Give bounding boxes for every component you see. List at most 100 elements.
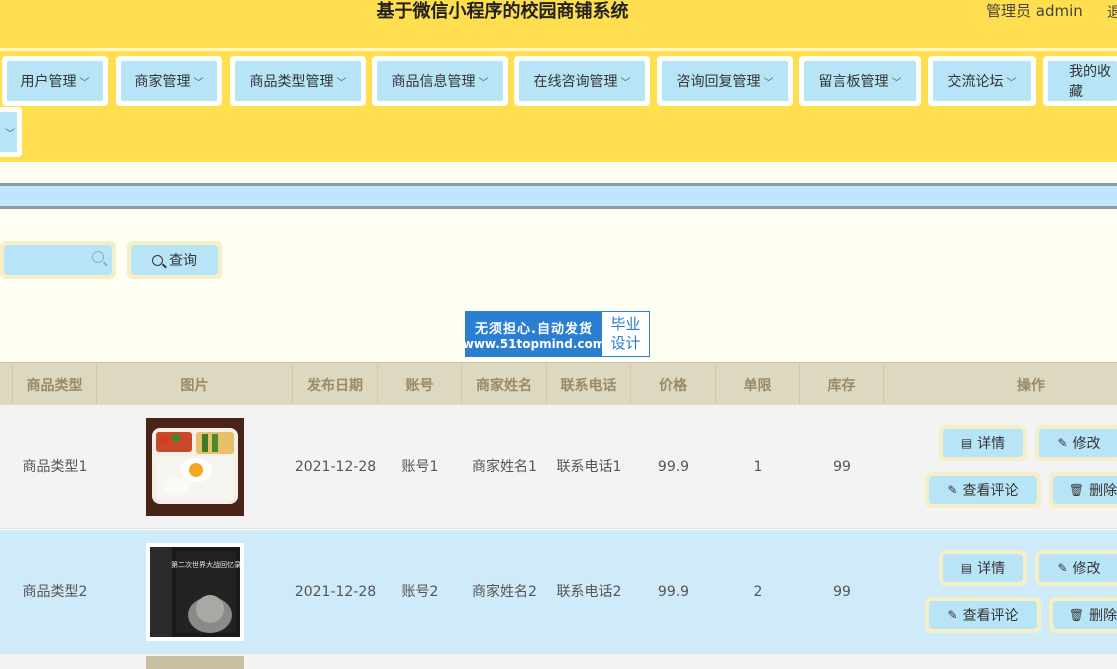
table-row	[0, 654, 1117, 669]
cell-price: 99.9	[657, 583, 690, 600]
nav-item-my-favorites[interactable]: 我的收藏	[1043, 56, 1117, 106]
cell-type: 商品类型2	[22, 583, 88, 600]
pencil-icon: ✎	[1057, 436, 1068, 450]
search-icon	[152, 254, 163, 266]
nav-item-online-consult-management[interactable]: 在线咨询管理 ﹀	[514, 56, 650, 106]
product-image-book: 第二次世界大战回忆录	[146, 543, 244, 641]
cell-limit: 2	[753, 583, 763, 600]
logout-link[interactable]: 退	[1107, 2, 1117, 22]
view-comments-button-label: 查看评论	[962, 483, 1019, 499]
detail-button-label: 详情	[977, 436, 1006, 452]
chevron-down-icon: ﹀	[891, 77, 902, 89]
trash-icon: 🗑	[1068, 608, 1085, 622]
column-header: 发布日期	[293, 363, 378, 406]
search-field[interactable]	[0, 241, 116, 279]
chevron-down-icon: ﹀	[478, 77, 489, 89]
watermark-right1: 毕业	[610, 315, 641, 333]
view-comments-button[interactable]: ✎ 查看评论	[925, 472, 1041, 508]
edit-button[interactable]: ✎ 修改	[1035, 425, 1117, 461]
nav-item-user-management[interactable]: 用户管理 ﹀	[2, 56, 108, 106]
nav-item-label: 商品信息管理	[391, 74, 476, 90]
nav-item-label: 用户管理	[20, 74, 77, 90]
column-header: 库存	[800, 363, 884, 406]
product-image-bento	[146, 418, 244, 516]
view-comments-button[interactable]: ✎ 查看评论	[925, 597, 1041, 633]
cell-account: 账号2	[401, 583, 439, 600]
cell-phone: 联系电话1	[556, 458, 622, 475]
watermark-line1: 无须担心.自动发货	[475, 321, 593, 337]
delete-button[interactable]: 🗑 删除	[1049, 472, 1117, 508]
nav-item-label: 在线咨询管理	[533, 74, 618, 90]
main-nav: 用户管理 ﹀ 商家管理 ﹀ 商品类型管理 ﹀ 商品信息管理 ﹀ 在线咨询管理 ﹀ 咨询回复…	[0, 48, 1117, 162]
admin-info: 管理员 admin	[986, 2, 1083, 20]
breadcrumb-bar	[0, 183, 1117, 209]
table-row: 商品类型2 第二次世界大战回忆录 2021-12-28 账号2 商家姓名2 联系…	[0, 530, 1117, 654]
edit-button[interactable]: ✎ 修改	[1035, 550, 1117, 586]
chevron-down-icon: ﹀	[193, 77, 204, 89]
nav-item-label: 商家管理	[134, 74, 191, 90]
cell-price: 99.9	[657, 458, 690, 475]
column-header: 操作	[1017, 377, 1045, 394]
cell-merchant: 商家姓名2	[472, 583, 537, 600]
chevron-down-icon: ﹀	[620, 77, 631, 89]
edit-button-label: 修改	[1072, 561, 1101, 577]
trash-icon: 🗑	[1068, 483, 1085, 497]
cell-account: 账号1	[401, 458, 439, 475]
delete-button[interactable]: 🗑 删除	[1049, 597, 1117, 633]
column-header: 图片	[97, 363, 293, 406]
table-row: 商品类型1 2021-12-28 账号1 商家姓名1 联系电话1 99.9 1	[0, 405, 1117, 529]
chevron-down-icon: ﹀	[79, 77, 90, 89]
watermark-line2: www.51topmind.com	[462, 336, 606, 351]
book-cover-title: 第二次世界大战回忆录	[171, 560, 241, 569]
product-table: 商品类型 图片 发布日期 账号 商家姓名 联系电话 价格 单限 库存 操作 商品…	[0, 362, 1117, 669]
nav-item-overflow[interactable]: ﹀	[0, 107, 22, 157]
chevron-down-icon: ﹀	[336, 77, 347, 89]
column-header: 账号	[378, 363, 462, 406]
detail-button-label: 详情	[977, 561, 1006, 577]
nav-item-label: 交流论坛	[947, 74, 1004, 90]
nav-item-consult-reply-management[interactable]: 咨询回复管理 ﹀	[657, 56, 793, 106]
watermark-right2: 设计	[610, 334, 641, 352]
query-button[interactable]: 查询	[127, 241, 222, 279]
column-header: 单限	[716, 363, 800, 406]
pencil-icon: ✎	[947, 608, 958, 622]
nav-item-forum[interactable]: 交流论坛 ﹀	[928, 56, 1036, 106]
column-header: 价格	[631, 363, 716, 406]
delete-button-label: 删除	[1089, 483, 1117, 499]
chevron-down-icon: ﹀	[5, 128, 15, 140]
pencil-icon: ✎	[947, 483, 958, 497]
search-icon	[92, 251, 104, 263]
nav-item-label: 我的收藏	[1069, 64, 1111, 100]
cell-limit: 1	[753, 458, 763, 475]
document-icon: ▤	[960, 561, 973, 575]
cell-type: 商品类型1	[22, 458, 88, 475]
document-icon: ▤	[960, 436, 973, 450]
nav-item-label: 商品类型管理	[249, 74, 334, 90]
nav-item-product-info-management[interactable]: 商品信息管理 ﹀	[372, 56, 508, 106]
view-comments-button-label: 查看评论	[962, 608, 1019, 624]
cell-date: 2021-12-28	[294, 458, 377, 475]
nav-item-message-board-management[interactable]: 留言板管理 ﹀	[799, 56, 921, 106]
detail-button[interactable]: ▤ 详情	[939, 550, 1027, 586]
cell-date: 2021-12-28	[294, 583, 377, 600]
query-button-label: 查询	[169, 253, 197, 269]
watermark-badge: 无须担心.自动发货 www.51topmind.com 毕业 设计	[462, 311, 650, 357]
nav-item-product-type-management[interactable]: 商品类型管理 ﹀	[230, 56, 366, 106]
cell-phone: 联系电话2	[556, 583, 622, 600]
column-header: 商品类型	[13, 363, 97, 406]
nav-item-merchant-management[interactable]: 商家管理 ﹀	[116, 56, 222, 106]
detail-button[interactable]: ▤ 详情	[939, 425, 1027, 461]
site-title: 基于微信小程序的校园商铺系统	[376, 1, 629, 22]
chevron-down-icon: ﹀	[763, 77, 774, 89]
pencil-icon: ✎	[1057, 561, 1068, 575]
column-header: 联系电话	[547, 363, 631, 406]
nav-item-label: 咨询回复管理	[676, 74, 761, 90]
nav-item-label: 留言板管理	[818, 74, 889, 90]
cell-merchant: 商家姓名1	[472, 458, 537, 475]
column-header: 商家姓名	[462, 363, 547, 406]
delete-button-label: 删除	[1089, 608, 1117, 624]
edit-button-label: 修改	[1072, 436, 1101, 452]
cell-stock: 99	[833, 583, 851, 600]
product-image-partial	[146, 656, 244, 669]
chevron-down-icon: ﹀	[1006, 77, 1017, 89]
